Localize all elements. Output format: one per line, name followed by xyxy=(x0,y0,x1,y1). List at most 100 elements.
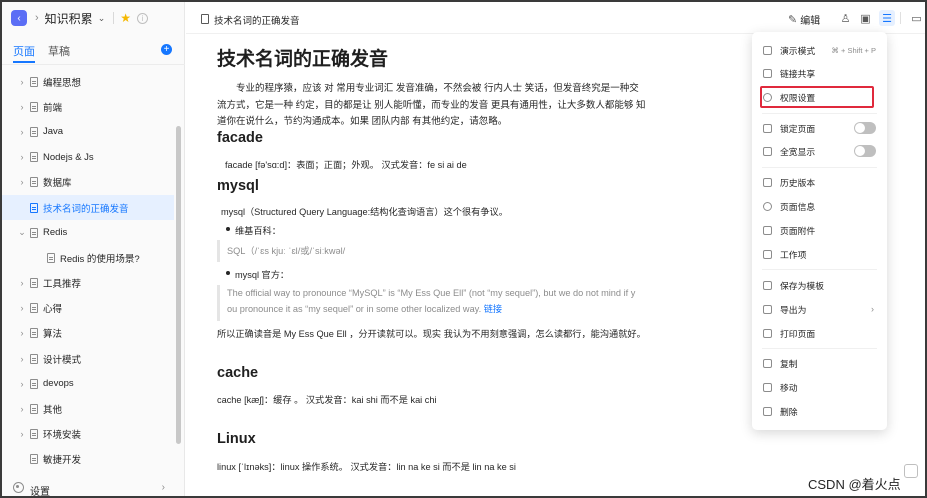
chevron-right-icon[interactable]: › xyxy=(18,354,26,364)
watermark: CSDN @着火点 xyxy=(808,477,901,492)
heading-cache: cache xyxy=(217,365,259,381)
sidebar-tabs: 页面 草稿 + xyxy=(2,37,185,63)
chevron-right-icon[interactable]: › xyxy=(18,77,26,87)
menu-item-copy[interactable]: 复制 xyxy=(752,353,887,373)
edit-label: 编辑 xyxy=(800,16,821,27)
menu-item-label: 移动 xyxy=(780,382,798,393)
menu-item-history[interactable]: 历史版本 xyxy=(752,172,887,192)
tree-item[interactable]: › 前端 xyxy=(2,94,174,119)
tab-pages[interactable]: 页面 xyxy=(13,43,35,63)
tree-item-active[interactable]: 技术名词的正确发音 xyxy=(2,194,174,221)
more-menu-icon[interactable]: ☰ xyxy=(879,10,895,26)
chevron-right-icon[interactable]: › xyxy=(18,379,26,389)
chevron-right-icon[interactable]: › xyxy=(18,127,26,137)
add-page-button[interactable]: + xyxy=(161,44,172,55)
menu-divider xyxy=(762,348,877,349)
collaborators-icon[interactable]: ♙ xyxy=(839,12,852,25)
document-icon xyxy=(30,202,38,213)
attachment-icon xyxy=(763,225,772,235)
tree-item-label: 前端 xyxy=(43,102,63,114)
book-icon[interactable]: ‹ xyxy=(11,10,27,26)
menu-item-info[interactable]: 页面信息 xyxy=(752,196,887,216)
chevron-down-icon[interactable]: ⌄ xyxy=(18,227,26,238)
knowledge-base-title[interactable]: 知识积累 xyxy=(45,10,93,27)
tree-item[interactable]: › Nodejs & Js xyxy=(2,145,174,170)
settings-button[interactable]: 设置 › xyxy=(2,481,185,496)
tree-item[interactable]: › 数据库 xyxy=(2,170,174,195)
tree-item[interactable]: › 环境安装 xyxy=(2,422,174,447)
lock-icon xyxy=(763,123,772,133)
menu-item-attachments[interactable]: 页面附件 xyxy=(752,220,887,240)
menu-item-fullwidth[interactable]: 全宽显示 xyxy=(752,141,887,161)
tree-item[interactable]: › 设计模式 xyxy=(2,346,174,371)
copy-icon xyxy=(763,358,772,368)
tree-item-child[interactable]: Redis 的使用场景? xyxy=(2,245,174,270)
edit-button[interactable]: ✎ 编辑 xyxy=(788,12,820,27)
chevron-right-icon[interactable]: › xyxy=(18,102,26,112)
menu-item-share[interactable]: 链接共享 xyxy=(752,63,887,83)
menu-item-lock[interactable]: 锁定页面 xyxy=(752,118,887,138)
menu-divider xyxy=(762,113,877,114)
history-icon xyxy=(763,177,772,187)
lock-toggle[interactable] xyxy=(854,122,876,134)
menu-item-save-template[interactable]: 保存为模板 xyxy=(752,275,887,295)
move-icon xyxy=(763,382,772,392)
tree-item-label: Redis xyxy=(43,227,68,239)
tree-item-label: Java xyxy=(43,126,64,138)
chevron-right-icon[interactable]: › xyxy=(18,404,26,414)
star-icon[interactable]: ★ xyxy=(120,11,131,25)
menu-item-workitems[interactable]: 工作项 xyxy=(752,244,887,264)
chevron-down-icon[interactable]: ⌄ xyxy=(98,13,106,24)
menu-item-delete[interactable]: 删除 xyxy=(752,401,887,421)
tree-item[interactable]: › Java xyxy=(2,119,174,144)
info-icon[interactable]: i xyxy=(137,12,148,24)
chevron-right-icon[interactable]: › xyxy=(18,303,26,313)
tree-item[interactable]: › devops xyxy=(2,371,174,396)
quote-wiki: SQL（/ˈɛs kjuː ˈɛl/或/ˈsiːkwəl/ xyxy=(217,240,345,262)
sidebar-scrollbar[interactable] xyxy=(176,126,181,444)
chevron-right-icon[interactable]: › xyxy=(18,328,26,338)
document-icon xyxy=(30,404,38,415)
comment-icon[interactable]: ▭ xyxy=(910,12,923,25)
tree-item-label: 工具推荐 xyxy=(43,279,82,291)
feedback-icon[interactable] xyxy=(904,464,918,478)
document-icon xyxy=(30,328,38,339)
fullwidth-toggle[interactable] xyxy=(854,145,876,157)
source-link[interactable]: 链接 xyxy=(484,304,502,314)
document-icon xyxy=(30,454,38,465)
menu-item-label: 历史版本 xyxy=(780,177,816,188)
present-icon xyxy=(763,45,772,55)
tree-item[interactable]: › 算法 xyxy=(2,321,174,346)
layout-icon[interactable]: ▣ xyxy=(859,12,872,25)
tree-item-label: 设计模式 xyxy=(43,354,82,366)
facade-line: facade [fə'sɑ:d]：表面；正面；外观。 汉式发音：fe si ai… xyxy=(225,160,467,170)
quote-official: The official way to pronounce “MySQL” is… xyxy=(217,285,647,321)
tree-item-label: Nodejs & Js xyxy=(43,151,94,163)
tree-item[interactable]: › 编程思想 xyxy=(2,69,174,94)
tab-drafts[interactable]: 草稿 xyxy=(48,43,70,59)
menu-item-move[interactable]: 移动 xyxy=(752,377,887,397)
menu-item-label: 打印页面 xyxy=(780,328,816,339)
tree-item[interactable]: › 工具推荐 xyxy=(2,271,174,296)
document-icon xyxy=(30,303,38,314)
menu-item-label: 页面信息 xyxy=(780,201,816,212)
settings-label: 设置 xyxy=(30,487,50,496)
menu-item-export[interactable]: 导出为 › xyxy=(752,299,887,319)
cache-line: cache [kæʃ]：缓存 。 汉式发音：kai shi 而不是 kai ch… xyxy=(217,395,437,405)
tree-item[interactable]: › 其他 xyxy=(2,396,174,421)
tree-item[interactable]: › 心得 xyxy=(2,296,174,321)
tree-item[interactable]: ⌄ Redis xyxy=(2,220,174,245)
menu-item-present[interactable]: 演示模式 ⌘ + Shift + P xyxy=(752,40,887,60)
chevron-right-icon[interactable]: › xyxy=(18,278,26,288)
mysql-summary: 所以正确读音是 My Ess Que Ell ，分开读就可以。现实 我认为不用刻… xyxy=(217,329,646,339)
chevron-right-icon[interactable]: › xyxy=(18,152,26,162)
shortcut-label: ⌘ + Shift + P xyxy=(831,45,876,55)
tree-item[interactable]: 敏捷开发 xyxy=(2,447,174,472)
tree-item-label: devops xyxy=(43,378,74,390)
chevron-right-icon[interactable]: › xyxy=(18,429,26,439)
menu-item-print[interactable]: 打印页面 xyxy=(752,323,887,343)
chevron-right-icon: › xyxy=(161,482,165,493)
gear-icon xyxy=(13,482,24,493)
tree-item-label: Redis 的使用场景? xyxy=(60,253,140,265)
chevron-right-icon[interactable]: › xyxy=(18,177,26,187)
